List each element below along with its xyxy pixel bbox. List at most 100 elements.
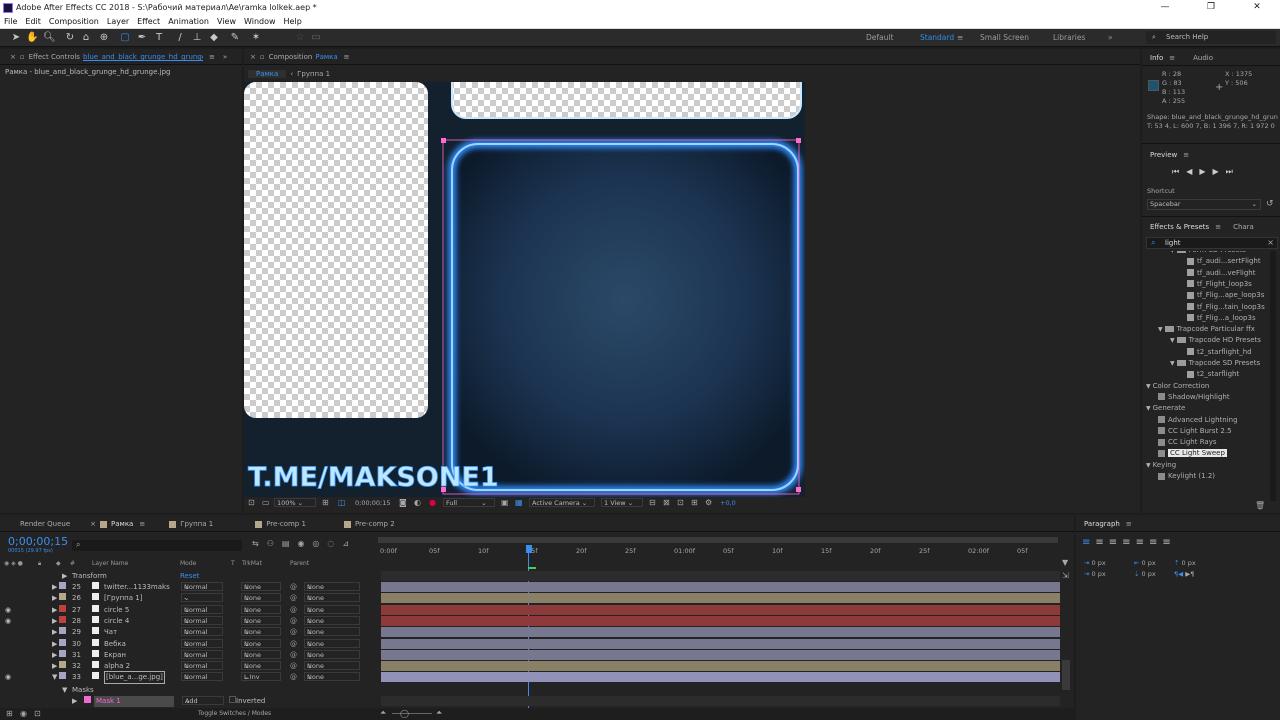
layer-color-label[interactable]: [59, 615, 66, 623]
chevron-down-icon[interactable]: ▼: [1170, 251, 1175, 256]
layer-mode-dropdown[interactable]: - ⌄: [181, 593, 223, 603]
chevron-right-icon[interactable]: ▶: [62, 571, 67, 582]
menu-edit[interactable]: Edit: [25, 17, 41, 26]
pen-tool-icon[interactable]: ✒: [136, 32, 148, 44]
graph-editor-icon[interactable]: ◎: [312, 539, 327, 548]
tab-effects-presets[interactable]: Effects & Presets: [1150, 223, 1209, 231]
next-frame-icon[interactable]: ▶: [1213, 167, 1226, 176]
zoom-slider-knob[interactable]: ◯: [400, 709, 409, 718]
eye-icon[interactable]: ◉: [5, 605, 11, 616]
panel-menu-icon[interactable]: ≡: [1215, 223, 1221, 231]
layer-name[interactable]: Екран: [104, 650, 126, 661]
zoom-dropdown[interactable]: 100% ⌄: [274, 498, 316, 507]
timeline-timecode[interactable]: 0;00;00;15: [8, 535, 68, 548]
layer-duration-bar[interactable]: [381, 649, 1060, 660]
layer-row[interactable]: ▶ 25 twitter...1133maks Normal ⌄ None ⌄ @ None ⌄: [0, 582, 376, 593]
workspace-menu-icon[interactable]: ≡: [957, 33, 963, 42]
pickwhip-icon[interactable]: @: [290, 639, 297, 650]
tab-comp-ramka[interactable]: Рамка: [111, 520, 133, 528]
effect-controls-tab[interactable]: × ▫ Effect Controls blue_and_black_grung…: [0, 50, 242, 64]
zoom-tool-icon[interactable]: 🔍︎: [43, 32, 56, 44]
workspace-standard[interactable]: Standard: [920, 33, 954, 42]
timeline-icon[interactable]: ⊡: [677, 498, 684, 507]
layer-name[interactable]: twitter...1133maks: [104, 582, 170, 593]
tab-info[interactable]: Info: [1150, 54, 1163, 62]
chevron-down-icon[interactable]: ▼: [1170, 335, 1175, 346]
layer-trkmat-dropdown[interactable]: None ⌄: [241, 627, 281, 637]
play-icon[interactable]: ▶: [1199, 167, 1212, 176]
layer-trkmat-dropdown[interactable]: None ⌄: [241, 615, 281, 625]
transform-reset[interactable]: Reset: [180, 571, 200, 582]
pickwhip-icon[interactable]: @: [290, 672, 297, 683]
layer-color-label[interactable]: [59, 582, 66, 589]
mask-color-swatch[interactable]: [84, 696, 91, 703]
effects-item[interactable]: tf_Flig...tain_loop3s: [1142, 302, 1272, 313]
fast-previews-icon[interactable]: ⊠: [663, 498, 670, 507]
layer-color-label[interactable]: [59, 604, 66, 612]
comp-marker-icon[interactable]: ▼: [1062, 558, 1068, 567]
prev-frame-icon[interactable]: ◀: [1186, 167, 1199, 176]
layer-mode-dropdown[interactable]: Normal ⌄: [181, 672, 223, 682]
tab-comp-gruppa1[interactable]: Группа 1: [180, 520, 213, 528]
zoom-in-icon[interactable]: ⏶: [436, 708, 442, 718]
justify-all-icon[interactable]: ≡: [1162, 537, 1175, 548]
effects-item[interactable]: t2_starflight: [1142, 369, 1272, 380]
tab-character[interactable]: Chara: [1233, 223, 1254, 231]
pickwhip-icon[interactable]: @: [290, 661, 297, 672]
menu-file[interactable]: File: [4, 17, 17, 26]
panel-overflow-icon[interactable]: »: [223, 53, 227, 61]
handle-br[interactable]: [796, 487, 801, 492]
layer-row[interactable]: ▶ 31 Екран Normal ⌄ None ⌄ @ None ⌄: [0, 649, 376, 661]
chevron-down-icon[interactable]: ▼: [1158, 324, 1163, 335]
toggle-pixel-aspect-icon[interactable]: ⊟: [649, 498, 656, 507]
tab-render-queue[interactable]: Render Queue: [20, 520, 70, 528]
layer-duration-bar[interactable]: [381, 593, 1060, 604]
maximize-icon[interactable]: ❐: [1188, 0, 1234, 15]
layer-color-label[interactable]: [59, 661, 66, 669]
transform-label[interactable]: Transform: [72, 571, 107, 582]
layer-mode-dropdown[interactable]: Normal ⌄: [181, 604, 223, 614]
layer-parent-dropdown[interactable]: None ⌄: [304, 638, 360, 648]
menu-effect[interactable]: Effect: [137, 17, 160, 26]
effects-item[interactable]: Keylight (1.2): [1142, 471, 1272, 482]
draft3d-icon[interactable]: ⇆: [252, 539, 267, 548]
chevron-right-icon[interactable]: ▶: [52, 650, 57, 661]
layer-color-label[interactable]: [59, 627, 66, 635]
time-ruler[interactable]: 0:00f 05f 10f 15f 20f 25f 01:00f 05f 10f 15f 20f 25…: [378, 545, 1058, 557]
workspace-default[interactable]: Default: [866, 33, 893, 42]
layer-trkmat-dropdown[interactable]: None ⌄: [241, 604, 281, 614]
align-left-icon[interactable]: ≡: [1082, 537, 1095, 548]
first-frame-icon[interactable]: ⏮: [1172, 167, 1186, 176]
effects-item[interactable]: CC Light Burst 2.5: [1142, 426, 1272, 437]
eye-icon[interactable]: ◉: [5, 672, 11, 683]
eraser-tool-icon[interactable]: ◆: [208, 32, 220, 44]
layer-parent-dropdown[interactable]: None ⌄: [304, 615, 360, 625]
channel-icon[interactable]: ●: [429, 498, 436, 507]
layer-search-input[interactable]: ⌕: [72, 540, 242, 551]
snapping-box-icon[interactable]: ▭: [310, 32, 322, 44]
pickwhip-icon[interactable]: @: [290, 605, 297, 616]
effects-item[interactable]: CC Light Sweep: [1142, 448, 1272, 459]
layer-parent-dropdown[interactable]: None ⌄: [304, 627, 360, 637]
zoom-out-icon[interactable]: ⏶: [380, 708, 386, 718]
effects-item[interactable]: tf_audi...sertFlight: [1142, 256, 1272, 267]
expand-time-controls-icon[interactable]: ⊡: [34, 709, 41, 718]
menu-view[interactable]: View: [217, 17, 236, 26]
panel-menu-icon[interactable]: ≡: [344, 53, 350, 61]
resolution-dropdown[interactable]: Full ⌄: [443, 498, 495, 507]
chevron-right-icon[interactable]: ▶: [52, 605, 57, 616]
layer-mode-dropdown[interactable]: Normal ⌄: [181, 638, 223, 648]
effects-item[interactable]: tf_audi...veFlight: [1142, 268, 1272, 279]
snapshot-icon[interactable]: ◙: [399, 498, 407, 507]
workspace-small-screen[interactable]: Small Screen: [980, 33, 1029, 42]
breadcrumb-next[interactable]: Группа 1: [297, 70, 330, 78]
toggle-switches-modes[interactable]: Toggle Switches / Modes: [198, 710, 271, 717]
camera-dropdown[interactable]: Active Camera ⌄: [529, 498, 595, 507]
indent-left-field[interactable]: 0 px: [1092, 559, 1106, 567]
new-bin-icon[interactable]: 🗑︎: [1255, 501, 1265, 510]
monitor-icon[interactable]: ▭: [262, 498, 270, 507]
effects-scrollbar[interactable]: [1270, 251, 1276, 501]
effects-item[interactable]: tf_Flight_loop3s: [1142, 279, 1272, 290]
layer-parent-dropdown[interactable]: None ⌄: [304, 649, 360, 659]
last-frame-icon[interactable]: ⏭: [1226, 167, 1240, 176]
